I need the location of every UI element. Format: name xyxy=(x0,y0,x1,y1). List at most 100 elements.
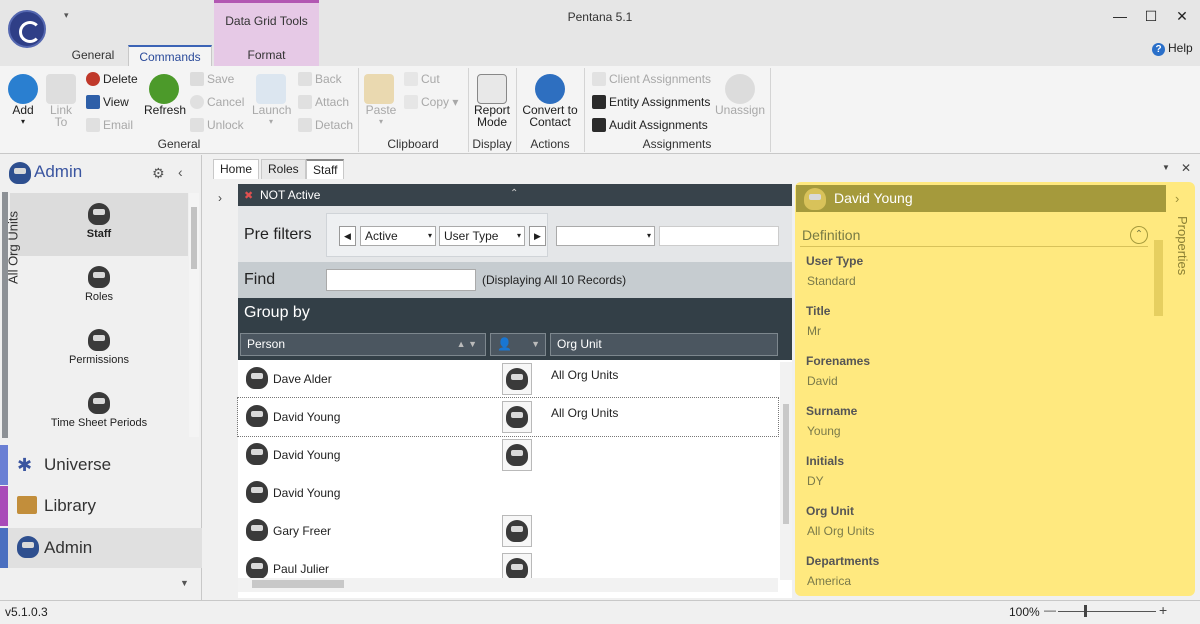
tab-commands[interactable]: Commands xyxy=(128,45,212,66)
sort-filter-icon[interactable]: ▲ ▼ xyxy=(457,334,485,355)
user-edit-icon[interactable] xyxy=(502,363,532,395)
delete-button[interactable]: Delete xyxy=(86,72,138,86)
email-button[interactable]: Email xyxy=(86,118,133,132)
copy-button[interactable]: Copy ▾ xyxy=(404,95,458,109)
properties-side-label[interactable]: Properties xyxy=(1166,216,1190,296)
property-value[interactable]: David xyxy=(807,374,838,388)
cancel-icon xyxy=(190,95,204,109)
grid-horizontal-scrollbar[interactable] xyxy=(238,578,778,592)
properties-scrollbar[interactable] xyxy=(1154,232,1163,590)
add-label: Add xyxy=(12,103,34,117)
clear-filter-icon[interactable]: ✖ xyxy=(244,189,253,202)
tab-home[interactable]: Home xyxy=(213,159,260,179)
zoom-slider-thumb[interactable] xyxy=(1084,605,1087,617)
grid-vertical-scrollbar[interactable] xyxy=(780,362,792,580)
table-row[interactable]: Dave Alder All Org Units xyxy=(238,360,778,398)
link-to-button[interactable]: Link To xyxy=(46,74,76,128)
close-button[interactable]: ✕ xyxy=(1172,6,1192,26)
collapse-section-icon[interactable]: ⌃ xyxy=(1130,226,1148,244)
section-divider xyxy=(800,246,1148,247)
property-value[interactable]: Standard xyxy=(807,274,856,288)
property-label: Org Unit xyxy=(806,504,854,518)
property-label: Departments xyxy=(806,554,880,568)
close-tab-icon[interactable]: ✕ xyxy=(1181,161,1191,175)
nav-scrollbar[interactable] xyxy=(189,193,199,437)
table-row[interactable]: David Young All Org Units xyxy=(237,397,779,437)
nav-item-time-sheet-label: Time Sheet Periods xyxy=(50,417,148,429)
help-button[interactable]: ? Help xyxy=(1152,41,1193,56)
org-units-side-label: All Org Units xyxy=(5,211,21,284)
zoom-out-icon[interactable]: — xyxy=(1044,603,1056,617)
group-by-area[interactable]: Group by xyxy=(238,298,792,328)
cancel-button[interactable]: Cancel xyxy=(190,95,244,109)
add-dropdown-icon: ▾ xyxy=(20,117,25,126)
prefilter-extra-select[interactable]: ▾ xyxy=(556,226,655,246)
maximize-button[interactable]: ☐ xyxy=(1141,6,1161,26)
property-value[interactable]: Young xyxy=(807,424,841,438)
tab-list-dropdown-icon[interactable]: ▼ xyxy=(1162,163,1170,172)
expand-properties-icon[interactable]: › xyxy=(1175,191,1179,206)
save-button[interactable]: Save xyxy=(190,72,234,86)
nav-item-time-sheet-periods[interactable]: Time Sheet Periods xyxy=(10,392,188,429)
expand-org-units-icon[interactable]: › xyxy=(218,191,222,205)
org-units-side-panel[interactable] xyxy=(208,180,236,598)
entity-assignments-button[interactable]: Entity Assignments xyxy=(592,95,710,109)
property-value[interactable]: DY xyxy=(807,474,824,488)
table-row[interactable]: Gary Freer xyxy=(238,512,778,550)
user-edit-icon[interactable] xyxy=(502,515,532,547)
client-assignments-button[interactable]: Client Assignments xyxy=(592,72,711,86)
add-button[interactable]: Add ▾ xyxy=(8,74,38,128)
property-label: Title xyxy=(806,304,831,318)
nav-settings-icon[interactable]: ⚙ xyxy=(152,165,165,182)
prefilter-right-icon[interactable]: ▶ xyxy=(529,226,546,246)
person-avatar-icon xyxy=(246,367,268,391)
nav-item-roles[interactable]: Roles xyxy=(10,266,188,303)
user-edit-icon[interactable] xyxy=(502,439,532,471)
detach-button[interactable]: Detach xyxy=(298,118,353,132)
unlock-button[interactable]: Unlock xyxy=(190,118,244,132)
report-mode-button[interactable]: Report Mode xyxy=(472,74,512,128)
chevron-down-icon: ▾ xyxy=(427,231,432,240)
column-header-person[interactable]: Person ▲ ▼ xyxy=(240,333,486,356)
nav-item-permissions[interactable]: Permissions xyxy=(10,329,188,366)
prefilter-active-select[interactable]: Active ▾ xyxy=(360,226,436,246)
nav-collapse-icon[interactable]: ‹ xyxy=(178,164,183,180)
tab-general[interactable]: General xyxy=(60,45,126,66)
launch-button[interactable]: Launch ▾ xyxy=(252,74,291,128)
table-row[interactable]: David Young xyxy=(238,474,778,512)
audit-assignments-button[interactable]: Audit Assignments xyxy=(592,118,708,132)
cut-button[interactable]: Cut xyxy=(404,72,440,86)
prefilter-value-input[interactable] xyxy=(659,226,779,246)
column-header-icon[interactable]: 👤 ▼ xyxy=(490,333,546,356)
zoom-slider[interactable] xyxy=(1058,611,1156,612)
paste-button[interactable]: Paste ▾ xyxy=(364,74,398,128)
unassign-button[interactable]: Unassign xyxy=(712,74,768,116)
view-button[interactable]: View xyxy=(86,95,129,109)
minimize-button[interactable]: — xyxy=(1110,6,1130,26)
back-button[interactable]: Back xyxy=(298,72,342,86)
property-value[interactable]: America xyxy=(807,574,851,588)
user-edit-icon[interactable] xyxy=(502,401,532,433)
zoom-in-icon[interactable]: + xyxy=(1159,602,1167,618)
find-input[interactable] xyxy=(326,269,476,291)
collapse-filter-icon[interactable]: ⌃ xyxy=(510,188,518,199)
property-value[interactable]: All Org Units xyxy=(807,524,874,538)
tab-roles[interactable]: Roles xyxy=(261,159,306,179)
convert-to-contact-button[interactable]: Convert to Contact xyxy=(518,74,582,128)
column-header-org-unit[interactable]: Org Unit xyxy=(550,333,778,356)
nav-more-icon[interactable]: ▼ xyxy=(180,578,189,588)
entity-assignments-label: Entity Assignments xyxy=(609,95,711,109)
property-value[interactable]: Mr xyxy=(807,324,821,338)
attach-button[interactable]: Attach xyxy=(298,95,349,109)
filter-icon[interactable]: ▼ xyxy=(531,334,545,355)
prefilter-usertype-select[interactable]: User Type ▾ xyxy=(439,226,525,246)
tab-staff[interactable]: Staff xyxy=(306,159,345,179)
prefilter-left-icon[interactable]: ◀ xyxy=(339,226,356,246)
nav-item-staff-label: Staff xyxy=(86,228,112,240)
refresh-button[interactable]: Refresh xyxy=(144,74,186,116)
tab-format[interactable]: Format xyxy=(214,45,319,66)
launch-dropdown-icon: ▾ xyxy=(268,117,273,126)
nav-item-staff[interactable]: Staff xyxy=(10,203,188,240)
table-row[interactable]: David Young xyxy=(238,436,778,474)
version-label: v5.1.0.3 xyxy=(5,605,48,619)
